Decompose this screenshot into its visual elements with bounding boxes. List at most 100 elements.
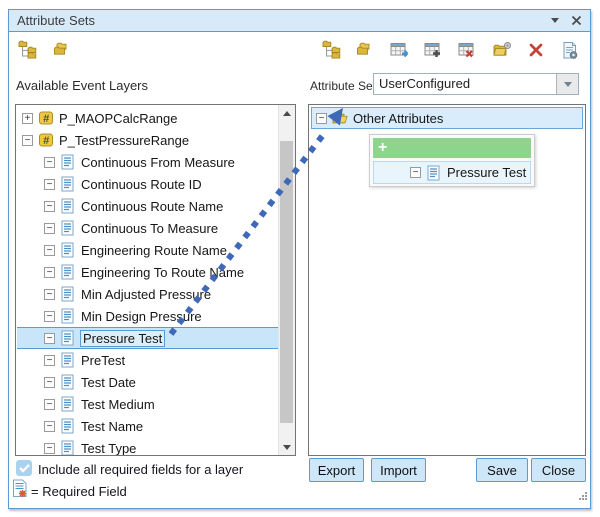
collapse-icon[interactable]: − [44, 399, 55, 410]
close-icon[interactable] [571, 15, 582, 26]
tree-item[interactable]: −Test Date [17, 371, 278, 393]
collapse-icon[interactable]: − [44, 157, 55, 168]
required-field-legend: = Required Field [31, 484, 127, 499]
tree-item[interactable]: − Min Adjusted Pressure [17, 283, 278, 305]
collapse-icon[interactable]: − [44, 421, 55, 432]
event-layers-panel: +#P_MAOPCalcRange−#P_TestPressureRange−C… [15, 104, 296, 456]
title-bar[interactable]: Attribute Sets [9, 10, 590, 32]
dropdown-button[interactable] [556, 74, 578, 94]
field-icon [60, 220, 76, 236]
field-icon [60, 198, 76, 214]
tree-item[interactable]: − Test Name [17, 415, 278, 437]
tree-item-label: Engineering Route Name [81, 243, 227, 258]
collapse-icon[interactable]: − [22, 135, 33, 146]
tree-item[interactable]: − Test Medium [17, 393, 278, 415]
collapse-icon[interactable]: − [44, 267, 55, 278]
tree-item[interactable]: − Engineering To Route Name [17, 261, 278, 283]
attribute-sets-dialog: Attribute Sets [8, 9, 591, 509]
tree-item[interactable]: − Test Type [17, 437, 278, 455]
field-icon [60, 264, 76, 280]
drop-indicator: + [373, 138, 531, 158]
collapse-icon[interactable]: − [44, 245, 55, 256]
table-export-icon[interactable] [389, 39, 411, 61]
field-icon [60, 286, 76, 302]
tree-item[interactable]: −Min Design Pressure [17, 305, 278, 327]
attribute-set-dropdown[interactable]: UserConfigured [373, 73, 579, 95]
event-layer-tree: +#P_MAOPCalcRange−#P_TestPressureRange−C… [17, 105, 278, 455]
tree-item[interactable]: + # P_MAOPCalcRange [17, 107, 278, 129]
collapse-dialog-icon[interactable] [551, 18, 559, 23]
save-button[interactable]: Save [476, 458, 528, 482]
scrollbar-thumb[interactable] [280, 141, 293, 423]
group-label: Other Attributes [353, 111, 443, 126]
collapse-icon[interactable]: − [44, 311, 55, 322]
collapse-icon[interactable]: − [44, 223, 55, 234]
export-button[interactable]: Export [309, 458, 364, 482]
open-folders-icon[interactable] [52, 39, 74, 61]
collapse-icon[interactable]: − [44, 443, 55, 454]
collapse-icon[interactable]: − [44, 333, 55, 344]
tree-item[interactable]: − PreTest [17, 349, 278, 371]
tree-item[interactable]: − Pressure Test [17, 327, 278, 349]
dragged-item-label: Pressure Test [447, 165, 526, 180]
attribute-set-label: Attribute Set: [310, 79, 379, 93]
tree-item-label: Test Type [81, 441, 136, 456]
drag-preview: + − Pressure Test [369, 134, 535, 187]
layer-icon: # [38, 110, 54, 126]
tree-item-label: P_MAOPCalcRange [59, 111, 178, 126]
collapse-icon[interactable]: − [44, 201, 55, 212]
field-icon [60, 176, 76, 192]
resize-grip-icon[interactable] [578, 488, 588, 506]
field-icon [60, 440, 76, 455]
tree-item[interactable]: − Continuous Route Name [17, 195, 278, 217]
tree-item[interactable]: − Engineering Route Name [17, 239, 278, 261]
close-button[interactable]: Close [531, 458, 586, 482]
chevron-down-icon [564, 82, 572, 87]
collapse-icon[interactable]: − [44, 355, 55, 366]
page-settings-icon[interactable] [559, 39, 581, 61]
other-attributes-group[interactable]: − Other Attributes [311, 107, 583, 129]
layer-tree-icon[interactable] [17, 39, 39, 61]
field-icon [60, 418, 76, 434]
tree-item[interactable]: −Continuous From Measure [17, 151, 278, 173]
window-title: Attribute Sets [17, 13, 95, 28]
field-icon [60, 330, 76, 346]
available-event-layers-label: Available Event Layers [16, 78, 148, 93]
scroll-down-icon[interactable] [279, 439, 295, 455]
scroll-up-icon[interactable] [279, 105, 295, 121]
collapse-icon[interactable]: − [44, 377, 55, 388]
required-field-icon [12, 479, 28, 503]
collapse-icon: − [410, 167, 421, 178]
field-icon [60, 396, 76, 412]
svg-text:#: # [43, 135, 50, 147]
checkmark-icon [19, 464, 30, 473]
collapse-icon[interactable]: − [316, 113, 327, 124]
table-add-icon[interactable] [423, 39, 445, 61]
tree-item-label: Min Adjusted Pressure [81, 287, 211, 302]
attribute-tree-icon[interactable] [321, 39, 343, 61]
tree-item-label: Engineering To Route Name [81, 265, 244, 280]
tree-item-label: Test Medium [81, 397, 155, 412]
field-icon [426, 165, 442, 181]
tree-item-label: Continuous Route Name [81, 199, 223, 214]
tree-item[interactable]: −Continuous Route ID [17, 173, 278, 195]
import-button[interactable]: Import [371, 458, 426, 482]
include-required-fields-checkbox[interactable] [16, 460, 32, 476]
layer-icon: # [38, 132, 54, 148]
tree-item[interactable]: −#P_TestPressureRange [17, 129, 278, 151]
tree-item-label: Pressure Test [81, 331, 164, 346]
new-folder-icon[interactable] [491, 39, 513, 61]
field-icon [60, 242, 76, 258]
collapse-icon[interactable]: − [44, 179, 55, 190]
svg-text:#: # [43, 113, 50, 125]
tree-item-label: Test Name [81, 419, 143, 434]
table-remove-icon[interactable] [457, 39, 479, 61]
expand-icon[interactable]: + [22, 113, 33, 124]
vertical-scrollbar[interactable] [278, 105, 295, 455]
dragged-item: − Pressure Test [373, 161, 531, 184]
tree-item-label: PreTest [81, 353, 125, 368]
tree-item[interactable]: −Continuous To Measure [17, 217, 278, 239]
open-folders-icon[interactable] [355, 39, 377, 61]
delete-x-icon[interactable] [525, 39, 547, 61]
collapse-icon[interactable]: − [44, 289, 55, 300]
